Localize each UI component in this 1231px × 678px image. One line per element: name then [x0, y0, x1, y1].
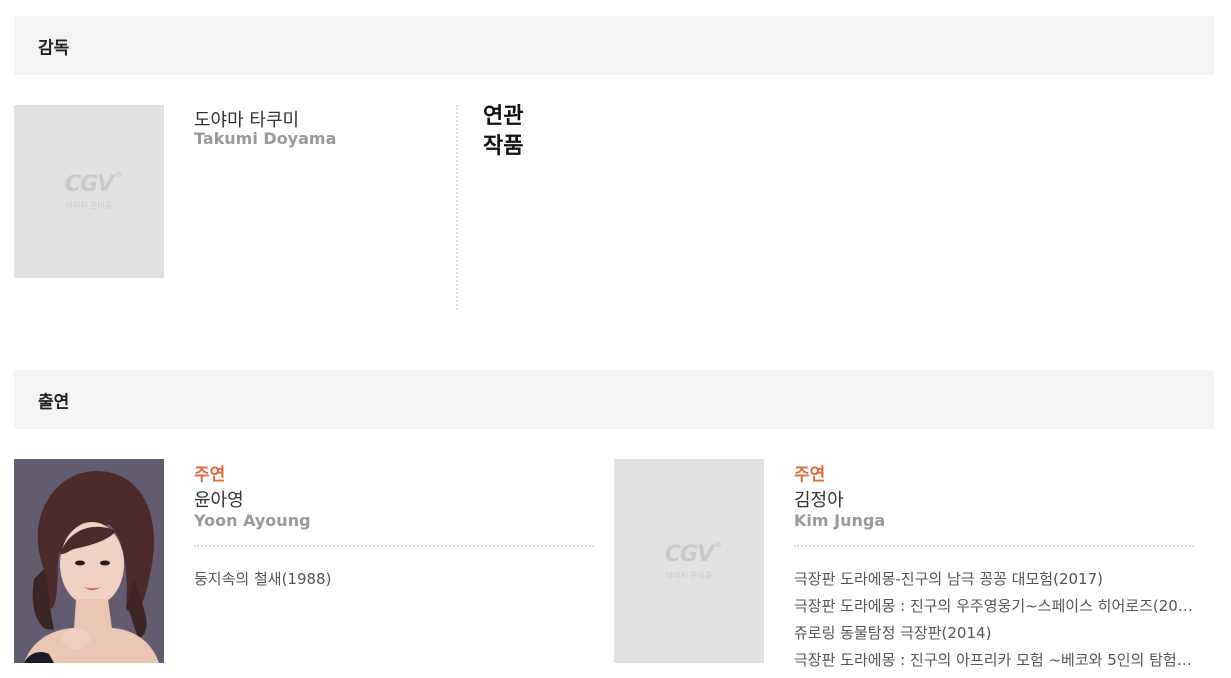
director-photo-placeholder[interactable]: CGV ® 이미지 준비중	[14, 105, 164, 278]
director-section-title: 감독	[38, 38, 70, 58]
cast-divider	[194, 545, 594, 547]
cast-section-title: 출연	[38, 392, 70, 412]
filmography-item[interactable]: 둥지속의 철새(1988)	[194, 566, 594, 593]
filmography-list: 극장판 도라에몽-진구의 남극 꽁꽁 대모험(2017) 극장판 도라에몽 : …	[794, 566, 1198, 674]
filmography-item[interactable]: 쥬로링 동물탐정 극장판(2014)	[794, 620, 1198, 647]
director-name-en[interactable]: Takumi Doyama	[194, 129, 336, 148]
related-works-title: 연관 작품	[483, 104, 524, 159]
portrait-image	[14, 459, 164, 663]
placeholder-text: 이미지 준비중	[65, 201, 113, 210]
director-section-header: 감독	[14, 16, 1214, 75]
cast-name-ko[interactable]: 김정아	[794, 486, 844, 512]
placeholder-text: 이미지 준비중	[665, 570, 713, 580]
cast-name-en[interactable]: Kim Junga	[794, 511, 885, 530]
actor-photo[interactable]	[14, 459, 164, 663]
cast-section-header: 출연	[14, 370, 1214, 429]
cast-name-en[interactable]: Yoon Ayoung	[194, 511, 311, 530]
cgv-logo: CGV ®	[64, 170, 122, 197]
cast-role-label: 주연	[794, 465, 826, 485]
cast-role-label: 주연	[194, 465, 226, 485]
filmography-item[interactable]: 극장판 도라에몽-진구의 남극 꽁꽁 대모험(2017)	[794, 566, 1198, 593]
filmography-list: 둥지속의 철새(1988)	[194, 566, 594, 593]
cast-name-ko[interactable]: 윤아영	[194, 486, 244, 512]
actor-photo-placeholder[interactable]: CGV ® 이미지 준비중	[614, 459, 764, 663]
vertical-divider	[456, 105, 458, 310]
filmography-item[interactable]: 극장판 도라에몽 : 진구의 우주영웅기~스페이스 히어로즈(2015)	[794, 593, 1198, 620]
filmography-item[interactable]: 극장판 도라에몽 : 진구의 아프리카 모험 ~베코와 5인의 탐험대(2014…	[794, 647, 1198, 674]
cast-divider	[794, 545, 1194, 547]
cgv-logo: CGV ®	[664, 539, 722, 567]
